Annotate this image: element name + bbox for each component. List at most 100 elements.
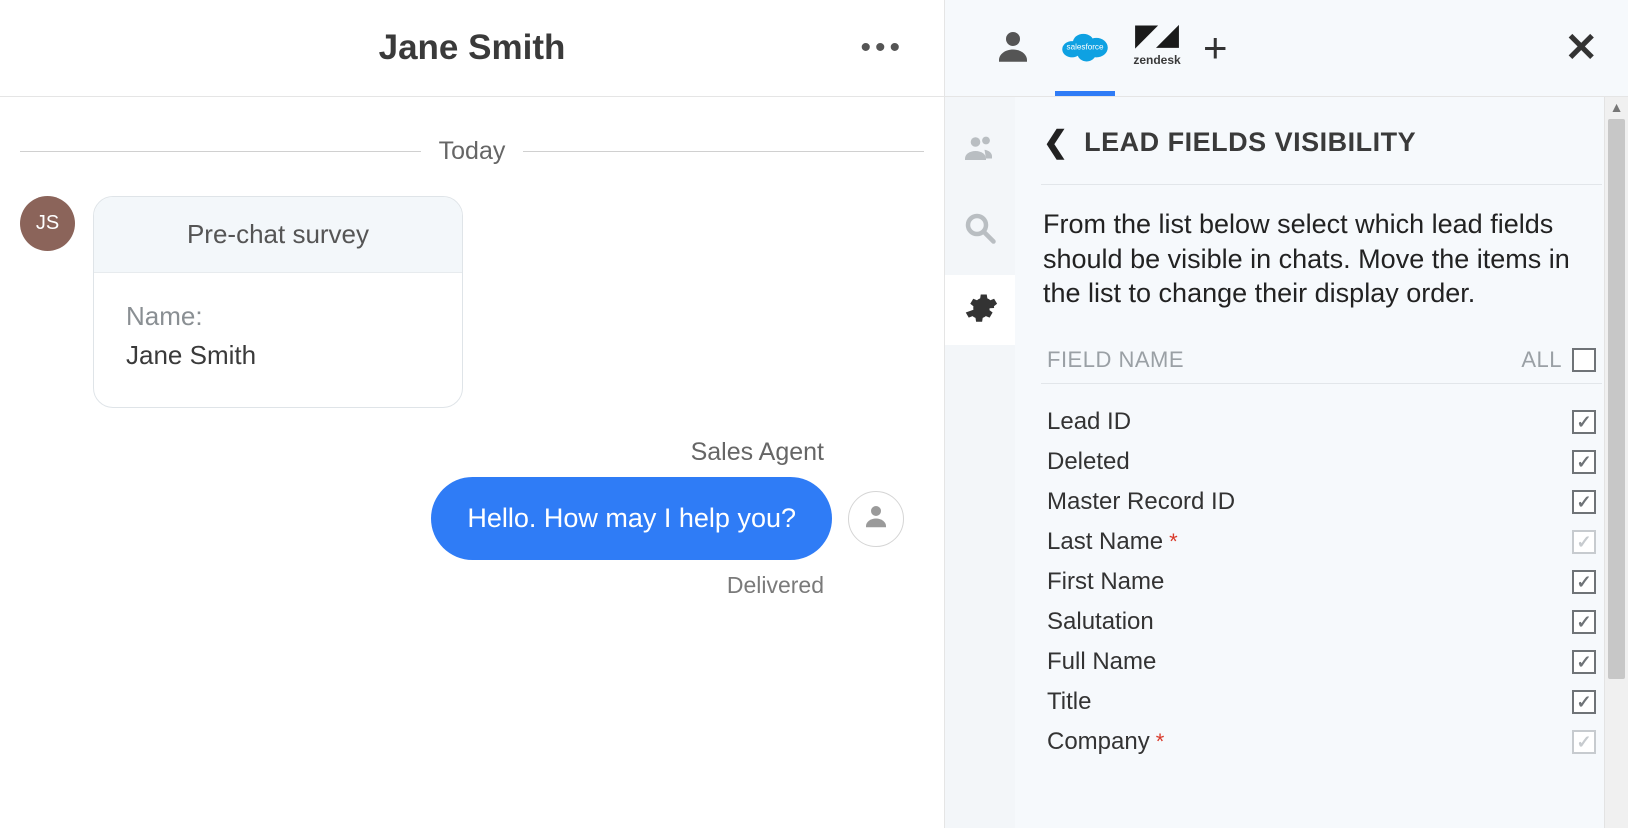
field-row-label: First Name <box>1047 568 1164 596</box>
agent-message-bubble: Hello. How may I help you? <box>431 477 832 560</box>
rail-tab-people[interactable] <box>945 115 1015 185</box>
prechat-card-header: Pre-chat survey <box>94 197 462 273</box>
right-side-rail <box>945 97 1015 828</box>
agent-avatar <box>848 491 904 547</box>
select-all-checkbox[interactable] <box>1572 348 1596 372</box>
chat-contact-name: Jane Smith <box>379 28 566 68</box>
field-visibility-checkbox[interactable] <box>1572 690 1596 714</box>
search-icon <box>962 210 998 251</box>
person-icon <box>992 25 1034 72</box>
agent-display-name: Sales Agent <box>20 438 924 467</box>
prechat-field-value: Jane Smith <box>126 340 434 371</box>
divider-line-right <box>523 151 924 152</box>
scrollbar-thumb[interactable] <box>1608 119 1625 679</box>
field-row[interactable]: Master Record ID <box>1041 482 1602 522</box>
agent-message-row: Hello. How may I help you? <box>20 477 924 560</box>
chat-date-divider: Today <box>20 137 924 166</box>
right-panel-scrollbar[interactable]: ▲ <box>1604 97 1628 828</box>
field-row[interactable]: Company* <box>1041 722 1602 762</box>
contact-avatar-initials: JS <box>36 212 59 235</box>
field-row[interactable]: First Name <box>1041 562 1602 602</box>
close-panel-button[interactable]: ✕ <box>1558 19 1604 77</box>
integration-tab-profile[interactable] <box>981 16 1045 80</box>
delivered-status: Delivered <box>20 572 924 599</box>
required-star-icon: * <box>1169 529 1178 554</box>
person-icon <box>861 501 891 536</box>
add-integration-button[interactable]: + <box>1203 24 1228 72</box>
salesforce-icon: salesforce <box>1059 29 1111 68</box>
contact-avatar: JS <box>20 196 75 251</box>
divider-line-left <box>20 151 421 152</box>
zendesk-icon: ◤◢ zendesk <box>1125 26 1189 70</box>
field-visibility-checkbox[interactable] <box>1572 450 1596 474</box>
section-instructions: From the list below select which lead fi… <box>1041 205 1602 337</box>
chat-body: Today JS Pre-chat survey Name: Jane Smit… <box>0 97 944 828</box>
field-row-label: Lead ID <box>1047 408 1131 436</box>
field-label-text: Salutation <box>1047 608 1154 635</box>
integration-tab-zendesk[interactable]: ◤◢ zendesk <box>1125 16 1189 80</box>
section-header: ❮ LEAD FIELDS VISIBILITY <box>1041 117 1602 184</box>
field-label-text: Company <box>1047 728 1150 755</box>
field-row[interactable]: Lead ID <box>1041 402 1602 442</box>
prechat-card: Pre-chat survey Name: Jane Smith <box>93 196 463 408</box>
svg-text:salesforce: salesforce <box>1067 42 1104 51</box>
field-row-label: Last Name* <box>1047 528 1178 556</box>
field-row-label: Company* <box>1047 728 1164 756</box>
field-row[interactable]: Last Name* <box>1041 522 1602 562</box>
field-visibility-checkbox[interactable] <box>1572 650 1596 674</box>
right-panel: salesforce ◤◢ zendesk + ✕ <box>945 0 1628 828</box>
scrollbar-arrow-up-icon: ▲ <box>1605 99 1628 115</box>
rail-tab-settings[interactable] <box>945 275 1015 345</box>
field-visibility-checkbox[interactable] <box>1572 490 1596 514</box>
field-label-text: Lead ID <box>1047 408 1131 435</box>
field-row[interactable]: Title <box>1041 682 1602 722</box>
prechat-field-label: Name: <box>126 301 434 332</box>
back-button[interactable]: ❮ <box>1043 125 1068 160</box>
field-row[interactable]: Full Name <box>1041 642 1602 682</box>
chat-more-button[interactable]: ••• <box>860 31 904 65</box>
required-star-icon: * <box>1156 729 1165 754</box>
right-main: ❮ LEAD FIELDS VISIBILITY From the list b… <box>945 97 1628 828</box>
field-label-text: Last Name <box>1047 528 1163 555</box>
app-root: Jane Smith ••• Today JS Pre-chat survey … <box>0 0 1628 828</box>
field-row-label: Full Name <box>1047 648 1156 676</box>
settings-content: ❮ LEAD FIELDS VISIBILITY From the list b… <box>1015 97 1628 828</box>
close-icon: ✕ <box>1564 26 1598 70</box>
field-visibility-checkbox <box>1572 730 1596 754</box>
field-visibility-checkbox <box>1572 530 1596 554</box>
prechat-message-row: JS Pre-chat survey Name: Jane Smith <box>20 196 924 408</box>
field-visibility-checkbox[interactable] <box>1572 410 1596 434</box>
right-header: salesforce ◤◢ zendesk + ✕ <box>945 0 1628 97</box>
field-table-header: FIELD NAME ALL <box>1041 337 1602 384</box>
chat-header: Jane Smith ••• <box>0 0 944 97</box>
field-visibility-checkbox[interactable] <box>1572 610 1596 634</box>
section-separator <box>1041 184 1602 185</box>
field-row-label: Title <box>1047 688 1091 716</box>
field-label-text: First Name <box>1047 568 1164 595</box>
plus-icon: + <box>1203 24 1228 71</box>
section-title: LEAD FIELDS VISIBILITY <box>1084 127 1416 158</box>
prechat-card-body: Name: Jane Smith <box>94 273 462 407</box>
field-row[interactable]: Deleted <box>1041 442 1602 482</box>
chat-panel: Jane Smith ••• Today JS Pre-chat survey … <box>0 0 945 828</box>
field-visibility-checkbox[interactable] <box>1572 570 1596 594</box>
field-label-text: Master Record ID <box>1047 488 1235 515</box>
rail-tab-search[interactable] <box>945 195 1015 265</box>
chat-date-label: Today <box>439 137 506 166</box>
agent-message-block: Sales Agent Hello. How may I help you? D… <box>20 438 924 599</box>
people-icon <box>962 130 998 171</box>
field-label-text: Deleted <box>1047 448 1130 475</box>
field-row-label: Deleted <box>1047 448 1130 476</box>
column-header-field-name: FIELD NAME <box>1047 347 1184 373</box>
field-row-label: Master Record ID <box>1047 488 1235 516</box>
chevron-left-icon: ❮ <box>1043 126 1068 159</box>
field-row[interactable]: Salutation <box>1041 602 1602 642</box>
integration-tab-salesforce[interactable]: salesforce <box>1053 16 1117 80</box>
field-label-text: Title <box>1047 688 1091 715</box>
gear-icon <box>962 290 998 331</box>
field-label-text: Full Name <box>1047 648 1156 675</box>
field-list: Lead IDDeletedMaster Record IDLast Name*… <box>1041 402 1602 762</box>
field-row-label: Salutation <box>1047 608 1154 636</box>
select-all-label: ALL <box>1521 347 1562 373</box>
select-all-wrap: ALL <box>1521 347 1596 373</box>
